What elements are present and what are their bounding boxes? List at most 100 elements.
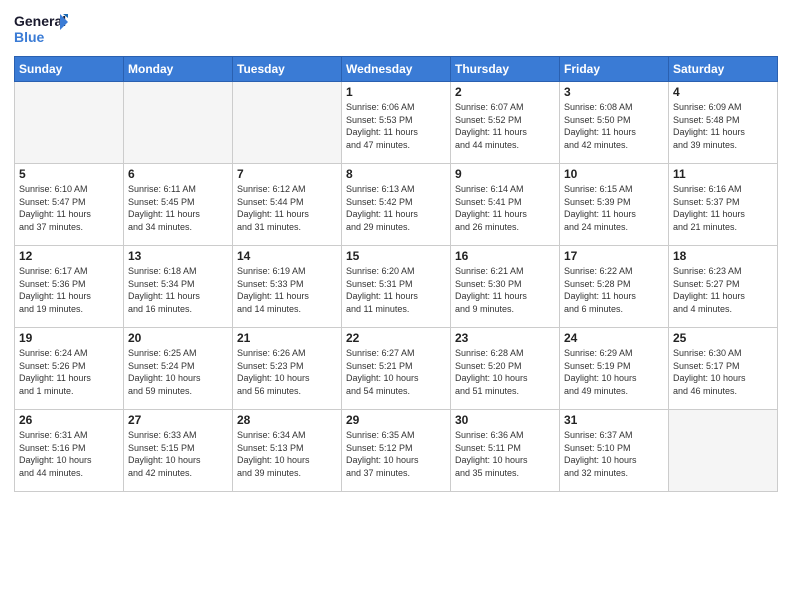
day-info: Sunrise: 6:33 AM Sunset: 5:15 PM Dayligh… xyxy=(128,429,228,479)
calendar-week-row: 19 Sunrise: 6:24 AM Sunset: 5:26 PM Dayli… xyxy=(15,328,778,410)
day-number: 2 xyxy=(455,85,555,99)
calendar-week-row: 12Sunrise: 6:17 AM Sunset: 5:36 PM Dayli… xyxy=(15,246,778,328)
day-info: Sunrise: 6:23 AM Sunset: 5:27 PM Dayligh… xyxy=(673,265,773,315)
day-number: 17 xyxy=(564,249,664,263)
day-info: Sunrise: 6:13 AM Sunset: 5:42 PM Dayligh… xyxy=(346,183,446,233)
day-number: 27 xyxy=(128,413,228,427)
day-number: 1 xyxy=(346,85,446,99)
calendar-cell: 18 Sunrise: 6:23 AM Sunset: 5:27 PM Dayli… xyxy=(669,246,778,328)
day-info: Sunrise: 6:18 AM Sunset: 5:34 PM Dayligh… xyxy=(128,265,228,315)
day-info: Sunrise: 6:36 AM Sunset: 5:11 PM Dayligh… xyxy=(455,429,555,479)
calendar-cell: 30 Sunrise: 6:36 AM Sunset: 5:11 PM Dayli… xyxy=(451,410,560,492)
calendar-cell: 2 Sunrise: 6:07 AM Sunset: 5:52 PM Daylig… xyxy=(451,82,560,164)
calendar-cell: 19 Sunrise: 6:24 AM Sunset: 5:26 PM Dayli… xyxy=(15,328,124,410)
day-number: 31 xyxy=(564,413,664,427)
day-info: Sunrise: 6:08 AM Sunset: 5:50 PM Dayligh… xyxy=(564,101,664,151)
page: General Blue SundayMondayTuesdayWednesda… xyxy=(0,0,792,612)
day-info: Sunrise: 6:15 AM Sunset: 5:39 PM Dayligh… xyxy=(564,183,664,233)
weekday-header-thursday: Thursday xyxy=(451,57,560,82)
day-number: 18 xyxy=(673,249,773,263)
calendar-cell: 27 Sunrise: 6:33 AM Sunset: 5:15 PM Dayli… xyxy=(124,410,233,492)
calendar-week-row: 5 Sunrise: 6:10 AM Sunset: 5:47 PM Daylig… xyxy=(15,164,778,246)
day-info: Sunrise: 6:10 AM Sunset: 5:47 PM Dayligh… xyxy=(19,183,119,233)
day-info: Sunrise: 6:20 AM Sunset: 5:31 PM Dayligh… xyxy=(346,265,446,315)
calendar-cell: 20 Sunrise: 6:25 AM Sunset: 5:24 PM Dayli… xyxy=(124,328,233,410)
calendar-cell: 24Sunrise: 6:29 AM Sunset: 5:19 PM Dayli… xyxy=(560,328,669,410)
calendar-cell xyxy=(15,82,124,164)
calendar-cell: 11 Sunrise: 6:16 AM Sunset: 5:37 PM Dayli… xyxy=(669,164,778,246)
day-info: Sunrise: 6:28 AM Sunset: 5:20 PM Dayligh… xyxy=(455,347,555,397)
day-number: 21 xyxy=(237,331,337,345)
day-number: 4 xyxy=(673,85,773,99)
calendar-cell: 31 Sunrise: 6:37 AM Sunset: 5:10 PM Dayli… xyxy=(560,410,669,492)
calendar-cell: 5 Sunrise: 6:10 AM Sunset: 5:47 PM Daylig… xyxy=(15,164,124,246)
day-number: 30 xyxy=(455,413,555,427)
day-number: 10 xyxy=(564,167,664,181)
day-number: 28 xyxy=(237,413,337,427)
day-number: 25 xyxy=(673,331,773,345)
header: General Blue xyxy=(14,10,778,48)
day-number: 29 xyxy=(346,413,446,427)
day-info: Sunrise: 6:21 AM Sunset: 5:30 PM Dayligh… xyxy=(455,265,555,315)
day-info: Sunrise: 6:07 AM Sunset: 5:52 PM Dayligh… xyxy=(455,101,555,151)
day-number: 16 xyxy=(455,249,555,263)
calendar-week-row: 1 Sunrise: 6:06 AM Sunset: 5:53 PM Daylig… xyxy=(15,82,778,164)
calendar-cell: 14 Sunrise: 6:19 AM Sunset: 5:33 PM Dayli… xyxy=(233,246,342,328)
calendar-cell: 21 Sunrise: 6:26 AM Sunset: 5:23 PM Dayli… xyxy=(233,328,342,410)
calendar-week-row: 26Sunrise: 6:31 AM Sunset: 5:16 PM Dayli… xyxy=(15,410,778,492)
calendar-cell: 25 Sunrise: 6:30 AM Sunset: 5:17 PM Dayli… xyxy=(669,328,778,410)
day-info: Sunrise: 6:37 AM Sunset: 5:10 PM Dayligh… xyxy=(564,429,664,479)
weekday-header-saturday: Saturday xyxy=(669,57,778,82)
day-number: 22 xyxy=(346,331,446,345)
calendar-cell: 9 Sunrise: 6:14 AM Sunset: 5:41 PM Daylig… xyxy=(451,164,560,246)
calendar-cell: 8 Sunrise: 6:13 AM Sunset: 5:42 PM Daylig… xyxy=(342,164,451,246)
day-number: 3 xyxy=(564,85,664,99)
logo-svg: General Blue xyxy=(14,10,69,48)
day-info: Sunrise: 6:17 AM Sunset: 5:36 PM Dayligh… xyxy=(19,265,119,315)
day-number: 13 xyxy=(128,249,228,263)
day-info: Sunrise: 6:30 AM Sunset: 5:17 PM Dayligh… xyxy=(673,347,773,397)
day-info: Sunrise: 6:12 AM Sunset: 5:44 PM Dayligh… xyxy=(237,183,337,233)
day-info: Sunrise: 6:26 AM Sunset: 5:23 PM Dayligh… xyxy=(237,347,337,397)
day-number: 15 xyxy=(346,249,446,263)
calendar-cell: 23Sunrise: 6:28 AM Sunset: 5:20 PM Dayli… xyxy=(451,328,560,410)
day-info: Sunrise: 6:19 AM Sunset: 5:33 PM Dayligh… xyxy=(237,265,337,315)
calendar-cell: 26Sunrise: 6:31 AM Sunset: 5:16 PM Dayli… xyxy=(15,410,124,492)
day-number: 8 xyxy=(346,167,446,181)
calendar-cell: 6Sunrise: 6:11 AM Sunset: 5:45 PM Daylig… xyxy=(124,164,233,246)
calendar-cell: 29 Sunrise: 6:35 AM Sunset: 5:12 PM Dayli… xyxy=(342,410,451,492)
day-number: 7 xyxy=(237,167,337,181)
day-number: 6 xyxy=(128,167,228,181)
calendar-cell: 15 Sunrise: 6:20 AM Sunset: 5:31 PM Dayli… xyxy=(342,246,451,328)
day-number: 5 xyxy=(19,167,119,181)
day-info: Sunrise: 6:06 AM Sunset: 5:53 PM Dayligh… xyxy=(346,101,446,151)
calendar-cell xyxy=(124,82,233,164)
svg-text:General: General xyxy=(14,13,66,29)
day-number: 11 xyxy=(673,167,773,181)
calendar: SundayMondayTuesdayWednesdayThursdayFrid… xyxy=(14,56,778,492)
day-number: 19 xyxy=(19,331,119,345)
calendar-cell: 13 Sunrise: 6:18 AM Sunset: 5:34 PM Dayli… xyxy=(124,246,233,328)
day-number: 26 xyxy=(19,413,119,427)
weekday-header-monday: Monday xyxy=(124,57,233,82)
weekday-header-sunday: Sunday xyxy=(15,57,124,82)
day-info: Sunrise: 6:24 AM Sunset: 5:26 PM Dayligh… xyxy=(19,347,119,397)
day-number: 20 xyxy=(128,331,228,345)
day-info: Sunrise: 6:22 AM Sunset: 5:28 PM Dayligh… xyxy=(564,265,664,315)
day-info: Sunrise: 6:25 AM Sunset: 5:24 PM Dayligh… xyxy=(128,347,228,397)
svg-text:Blue: Blue xyxy=(14,29,45,45)
weekday-header-tuesday: Tuesday xyxy=(233,57,342,82)
day-info: Sunrise: 6:14 AM Sunset: 5:41 PM Dayligh… xyxy=(455,183,555,233)
weekday-header-wednesday: Wednesday xyxy=(342,57,451,82)
day-info: Sunrise: 6:16 AM Sunset: 5:37 PM Dayligh… xyxy=(673,183,773,233)
day-info: Sunrise: 6:27 AM Sunset: 5:21 PM Dayligh… xyxy=(346,347,446,397)
calendar-cell: 1 Sunrise: 6:06 AM Sunset: 5:53 PM Daylig… xyxy=(342,82,451,164)
calendar-cell xyxy=(233,82,342,164)
calendar-cell: 10 Sunrise: 6:15 AM Sunset: 5:39 PM Dayli… xyxy=(560,164,669,246)
calendar-cell xyxy=(669,410,778,492)
day-number: 14 xyxy=(237,249,337,263)
day-info: Sunrise: 6:35 AM Sunset: 5:12 PM Dayligh… xyxy=(346,429,446,479)
day-number: 9 xyxy=(455,167,555,181)
calendar-cell: 3 Sunrise: 6:08 AM Sunset: 5:50 PM Daylig… xyxy=(560,82,669,164)
calendar-cell: 7 Sunrise: 6:12 AM Sunset: 5:44 PM Daylig… xyxy=(233,164,342,246)
